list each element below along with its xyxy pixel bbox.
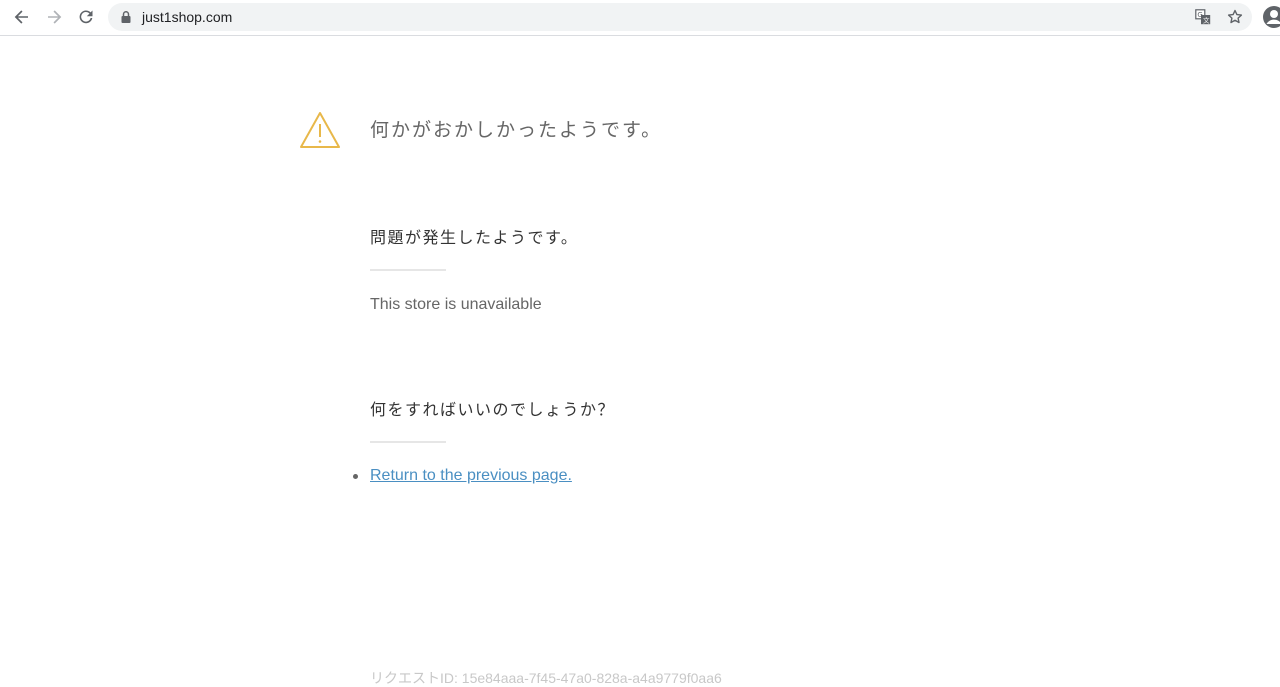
bookmark-button[interactable] xyxy=(1226,8,1244,26)
problem-message: This store is unavailable xyxy=(370,296,542,313)
forward-button[interactable] xyxy=(42,5,66,29)
svg-text:文: 文 xyxy=(1203,16,1210,25)
reload-button[interactable] xyxy=(74,5,98,29)
list-bullet xyxy=(353,474,358,479)
divider xyxy=(370,441,446,443)
action-title: 何をすればいいのでしょうか？ xyxy=(370,400,616,419)
divider xyxy=(370,269,446,271)
translate-button[interactable]: G 文 xyxy=(1194,8,1212,26)
translate-icon: G 文 xyxy=(1195,9,1211,25)
reload-icon xyxy=(79,10,93,24)
url-text: just1shop.com xyxy=(142,9,233,25)
page-title: 何かがおかしかったようです。 xyxy=(370,119,663,141)
return-previous-page-link[interactable]: Return to the previous page. xyxy=(370,466,572,486)
request-id: リクエストID: 15e84aaa-7f45-47a0-828a-a4a9779… xyxy=(370,670,722,686)
profile-icon[interactable] xyxy=(1262,5,1280,29)
forward-arrow-icon xyxy=(48,10,62,24)
lock-icon xyxy=(121,11,131,23)
problem-title: 問題が発生したようです。 xyxy=(370,228,579,247)
address-bar[interactable]: just1shop.com G 文 xyxy=(108,3,1252,31)
warning-icon xyxy=(300,112,340,148)
star-icon xyxy=(1227,9,1243,24)
error-page: 何かがおかしかったようです。 問題が発生したようです。 This store i… xyxy=(0,36,1280,686)
back-button[interactable] xyxy=(10,5,34,29)
browser-toolbar: just1shop.com G 文 xyxy=(0,0,1280,36)
back-arrow-icon xyxy=(14,10,28,24)
